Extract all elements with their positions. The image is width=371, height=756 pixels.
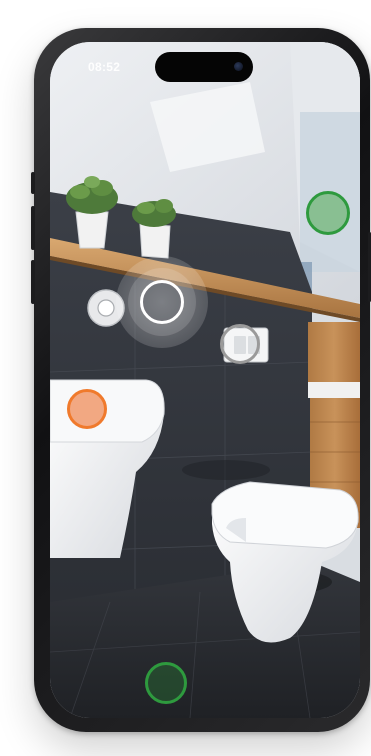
camera-screen: 08:52 xyxy=(50,42,360,718)
volume-up-button xyxy=(31,206,35,250)
bathroom-scene xyxy=(50,42,360,718)
hotspot-wall-green[interactable] xyxy=(306,191,350,235)
volume-down-button xyxy=(31,260,35,304)
front-camera-icon xyxy=(234,62,243,71)
hotspot-flush-button[interactable] xyxy=(220,324,260,364)
hotspot-inner-ring xyxy=(140,280,184,324)
status-time: 08:52 xyxy=(88,60,121,74)
hotspot-flush-plate[interactable] xyxy=(116,256,208,348)
dynamic-island xyxy=(155,52,253,82)
hotspot-toilet-left[interactable] xyxy=(67,389,107,429)
action-button xyxy=(31,172,35,194)
hotspot-floor-green[interactable] xyxy=(145,662,187,704)
